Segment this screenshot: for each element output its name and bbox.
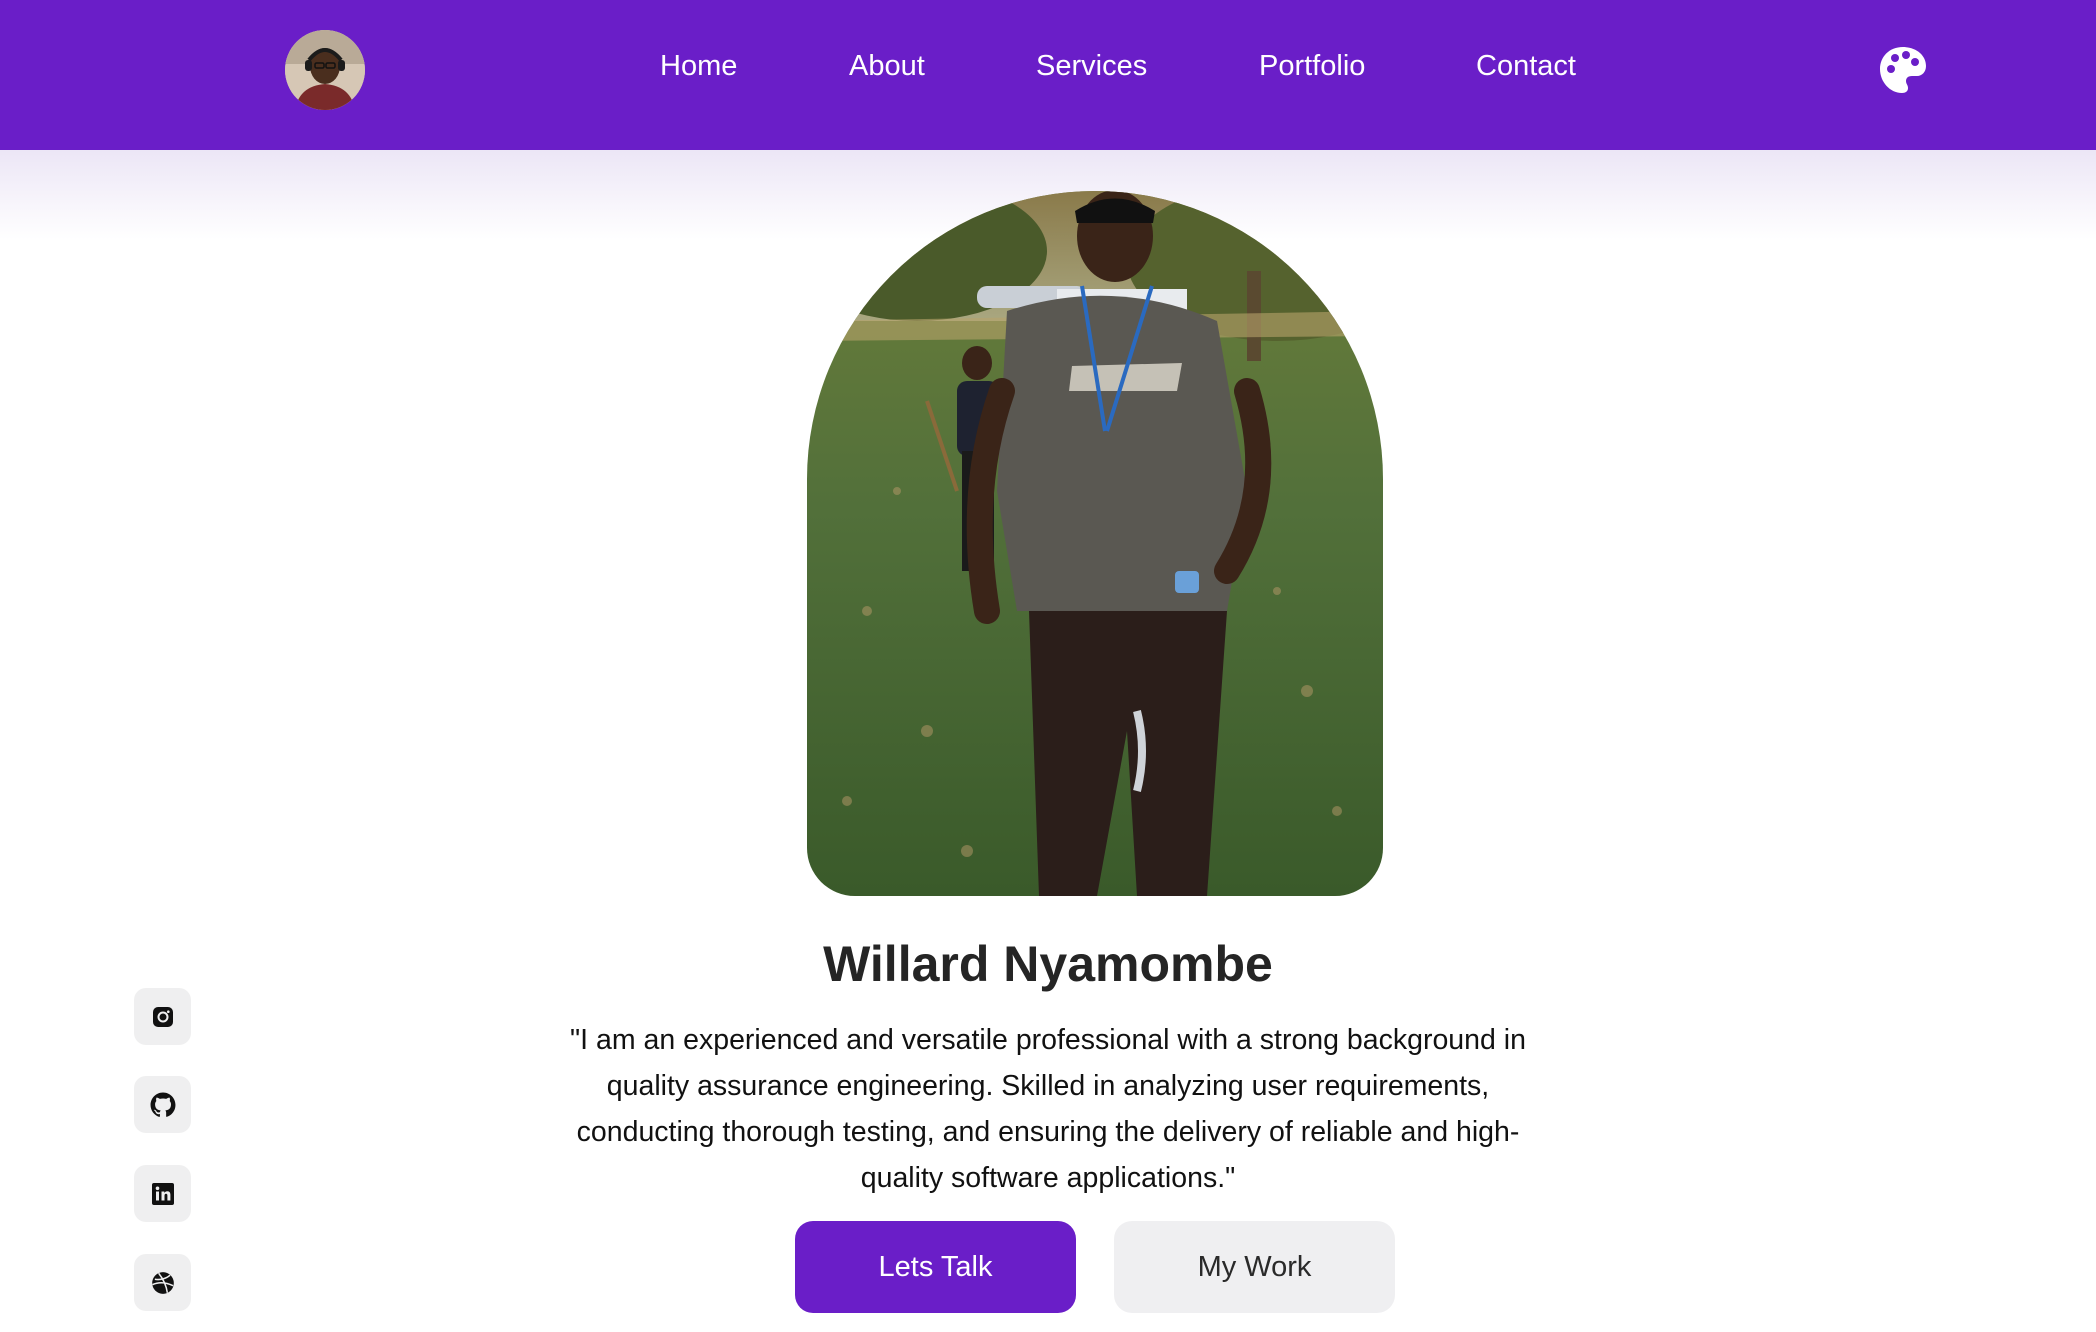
social-linkedin-button[interactable] [134, 1165, 191, 1222]
dribbble-icon [151, 1271, 174, 1294]
nav-link-portfolio[interactable]: Portfolio [1259, 50, 1365, 83]
nav-link-contact[interactable]: Contact [1476, 50, 1576, 83]
lets-talk-button[interactable]: Lets Talk [795, 1221, 1076, 1313]
my-work-button[interactable]: My Work [1114, 1221, 1395, 1313]
github-icon [150, 1092, 175, 1117]
theme-palette-button[interactable] [1877, 44, 1929, 96]
palette-icon [1880, 47, 1926, 93]
nav-link-about[interactable]: About [849, 50, 925, 83]
hero-photo-illustration [807, 191, 1383, 896]
hero-photo [807, 191, 1383, 896]
hero-name: Willard Nyamombe [823, 936, 1273, 992]
navbar: Home About Services Portfolio Contact [0, 0, 2096, 150]
linkedin-icon [151, 1182, 174, 1205]
social-github-button[interactable] [134, 1076, 191, 1133]
main-nav: Home About Services Portfolio Contact [0, 0, 2096, 140]
hero-description: "I am an experienced and versatile profe… [570, 1024, 1526, 1194]
nav-link-services[interactable]: Services [1036, 50, 1147, 83]
instagram-icon [152, 1006, 173, 1027]
social-dribbble-button[interactable] [134, 1254, 191, 1311]
nav-link-home[interactable]: Home [660, 50, 737, 83]
social-instagram-button[interactable] [134, 988, 191, 1045]
